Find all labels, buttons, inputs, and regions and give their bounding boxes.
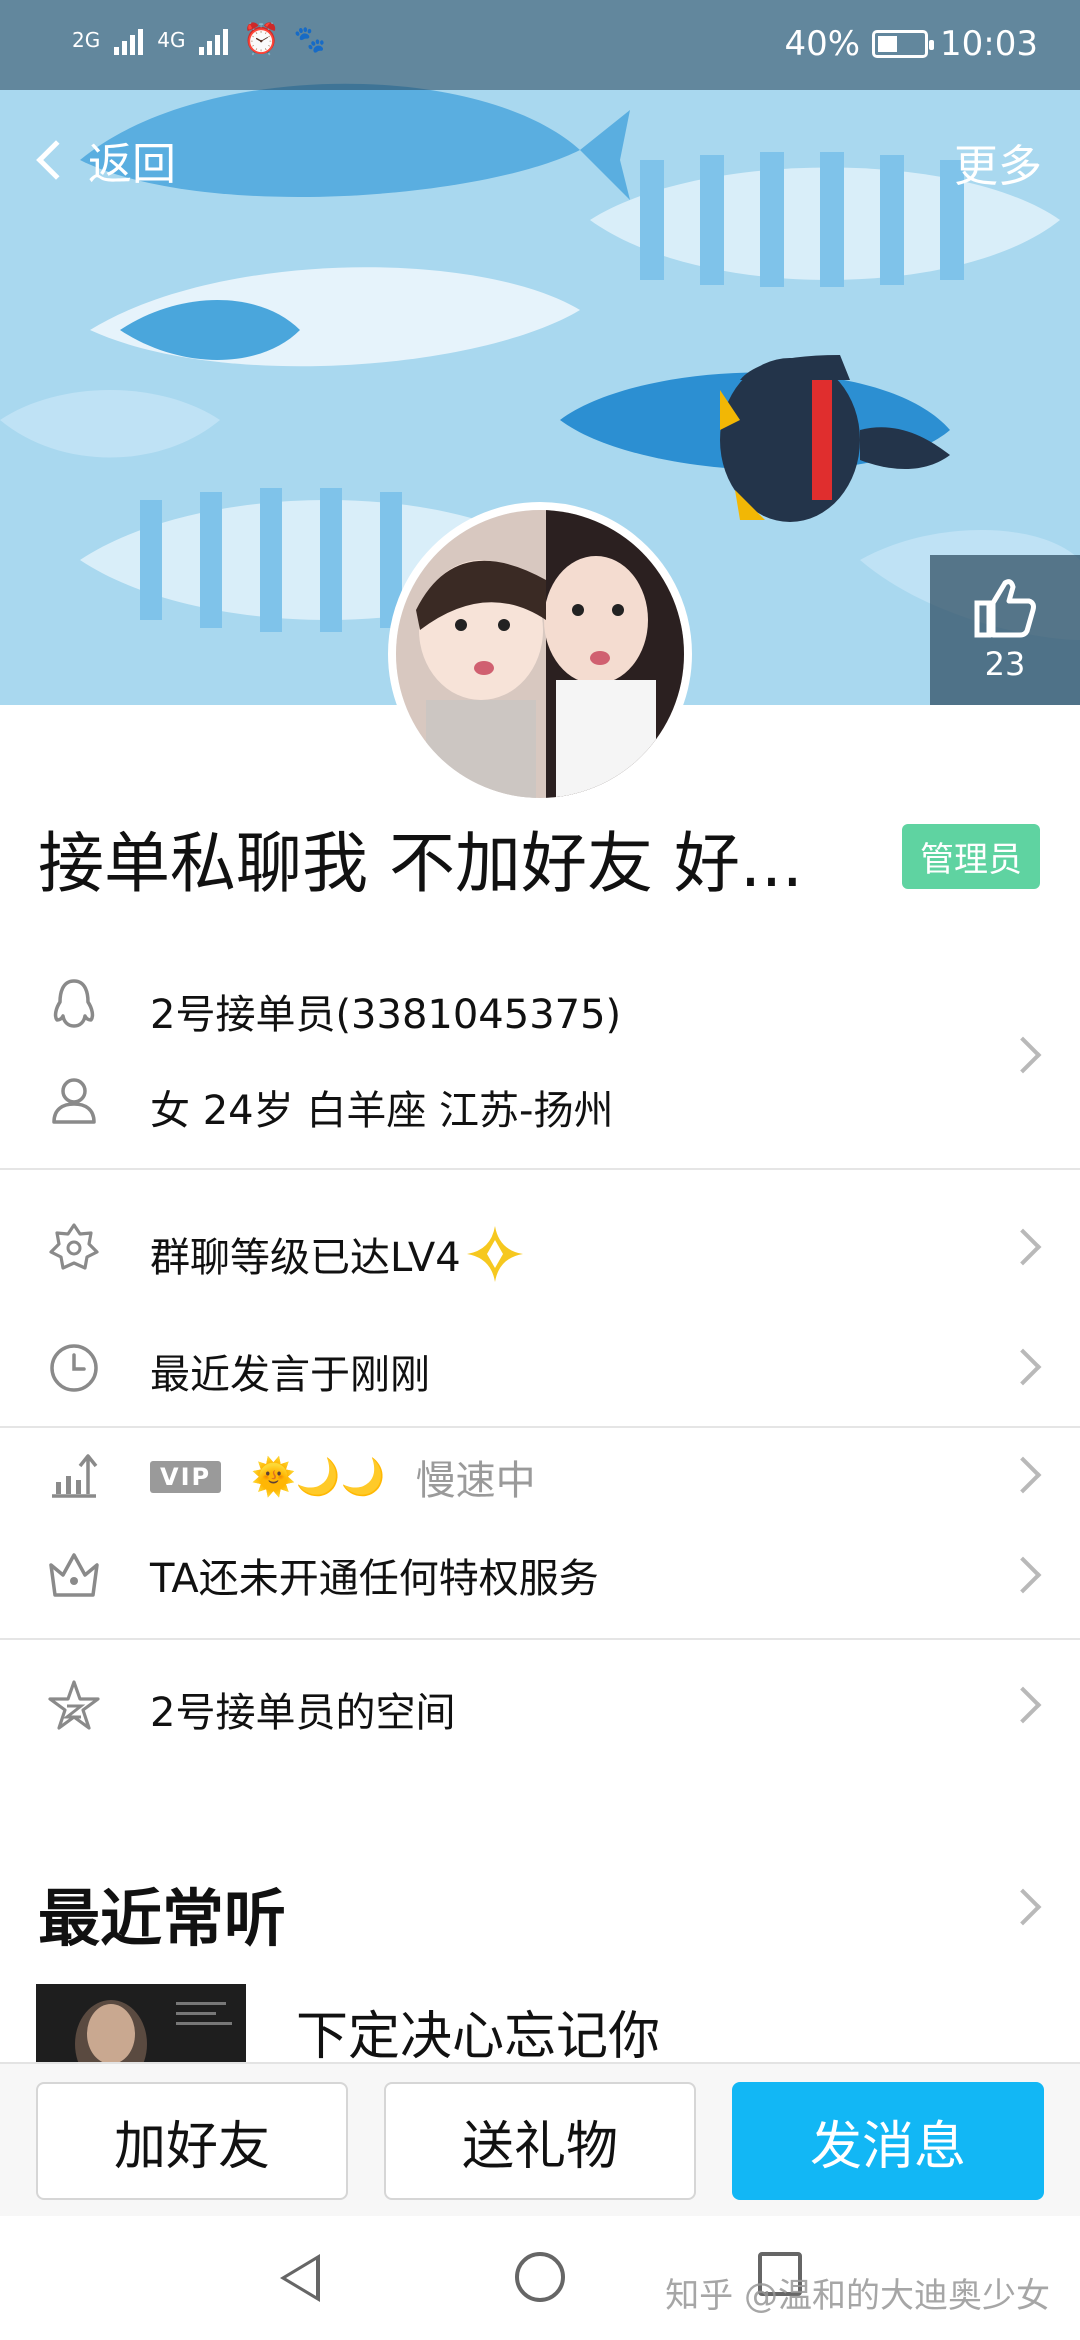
more-button[interactable]: 更多	[954, 130, 1042, 194]
recent-music-chevron[interactable]	[1004, 1888, 1042, 1926]
app-notification-icon: 🐾	[293, 24, 327, 55]
divider	[0, 1168, 1080, 1170]
status-bar: 2G 4G ⏰ 🐾 40% 10:03	[0, 0, 1080, 90]
profile-info-row[interactable]: 2号接单员(3381045375) 女 24岁 白羊座 江苏-扬州	[0, 960, 1080, 1150]
qzone-row[interactable]: 2号接单员的空间	[0, 1640, 1080, 1770]
avatar-photo	[396, 510, 684, 798]
watermark: 知乎 @温和的大迪奥少女	[665, 2276, 1050, 2316]
growth-chart-icon	[46, 1446, 102, 1502]
chevron-right-icon	[1004, 1348, 1042, 1386]
back-button[interactable]: 返回	[30, 128, 176, 192]
vip-speed-text: 慢速中	[415, 1458, 536, 1504]
chevron-right-icon	[1004, 1686, 1042, 1724]
like-count: 23	[984, 645, 1026, 683]
group-level-text: 群聊等级已达LV4	[150, 1224, 525, 1284]
avatar[interactable]	[388, 502, 692, 806]
chevron-right-icon	[1004, 1228, 1042, 1266]
last-active-text: 最近发言于刚刚	[150, 1352, 430, 1398]
chevron-right-icon	[1004, 1556, 1042, 1594]
status-right: 40% 10:03	[784, 24, 1038, 64]
back-label: 返回	[88, 139, 176, 190]
alarm-icon: ⏰	[242, 22, 280, 57]
album-cover[interactable]	[36, 1984, 246, 2064]
network-label-1: 2G	[72, 27, 101, 52]
vip-row[interactable]: VIP 🌞🌙🌙 慢速中	[0, 1428, 1080, 1524]
profile-nickname: 接单私聊我 不加好友 好...	[38, 825, 803, 902]
add-friend-button[interactable]: 加好友	[36, 2082, 348, 2200]
battery-percent: 40%	[784, 24, 861, 64]
battery-icon	[872, 30, 935, 58]
signal-icon-2	[199, 25, 229, 55]
star-badge-icon	[46, 1220, 102, 1276]
like-button[interactable]: 23	[930, 555, 1080, 705]
thumbs-up-icon	[974, 579, 1036, 638]
sun-moon-level-icons: 🌞🌙🌙	[251, 1457, 386, 1498]
group-level-label: 群聊等级已达LV4	[150, 1235, 461, 1281]
status-left: 2G 4G ⏰ 🐾	[72, 22, 326, 57]
send-message-button[interactable]: 发消息	[732, 2082, 1044, 2200]
privilege-row[interactable]: TA还未开通任何特权服务	[0, 1524, 1080, 1624]
network-label-2: 4G	[157, 27, 186, 52]
diamond-level-icon	[466, 1226, 523, 1282]
privilege-text: TA还未开通任何特权服务	[150, 1556, 599, 1602]
group-level-row[interactable]: 群聊等级已达LV4	[0, 1190, 1080, 1306]
crown-icon	[46, 1546, 102, 1602]
chevron-right-icon	[1004, 1456, 1042, 1494]
personal-details-text: 女 24岁 白羊座 江苏-扬州	[150, 1088, 614, 1134]
recent-music-title: 最近常听	[38, 1882, 287, 1955]
album-cover-art	[36, 1984, 246, 2064]
nav-home-icon[interactable]	[515, 2252, 565, 2302]
clock: 10:03	[940, 24, 1038, 64]
clock-icon	[46, 1340, 102, 1396]
chevron-right-icon	[1004, 1036, 1042, 1074]
action-bar: 加好友 送礼物 发消息	[0, 2062, 1080, 2216]
qq-penguin-icon	[46, 976, 102, 1032]
account-text: 2号接单员(3381045375)	[150, 992, 622, 1038]
admin-badge: 管理员	[902, 824, 1040, 889]
vip-tag: VIP	[150, 1461, 222, 1493]
person-icon	[46, 1072, 102, 1128]
vip-status: VIP 🌞🌙🌙 慢速中	[150, 1448, 536, 1506]
qzone-text: 2号接单员的空间	[150, 1690, 456, 1736]
song-title[interactable]: 下定决心忘记你	[296, 1994, 660, 2069]
nav-back-icon[interactable]	[280, 2254, 320, 2302]
send-gift-button[interactable]: 送礼物	[384, 2082, 696, 2200]
qzone-star-icon	[46, 1678, 102, 1734]
chevron-left-icon	[36, 140, 76, 180]
last-active-row[interactable]: 最近发言于刚刚	[0, 1310, 1080, 1426]
signal-icon	[114, 25, 144, 55]
